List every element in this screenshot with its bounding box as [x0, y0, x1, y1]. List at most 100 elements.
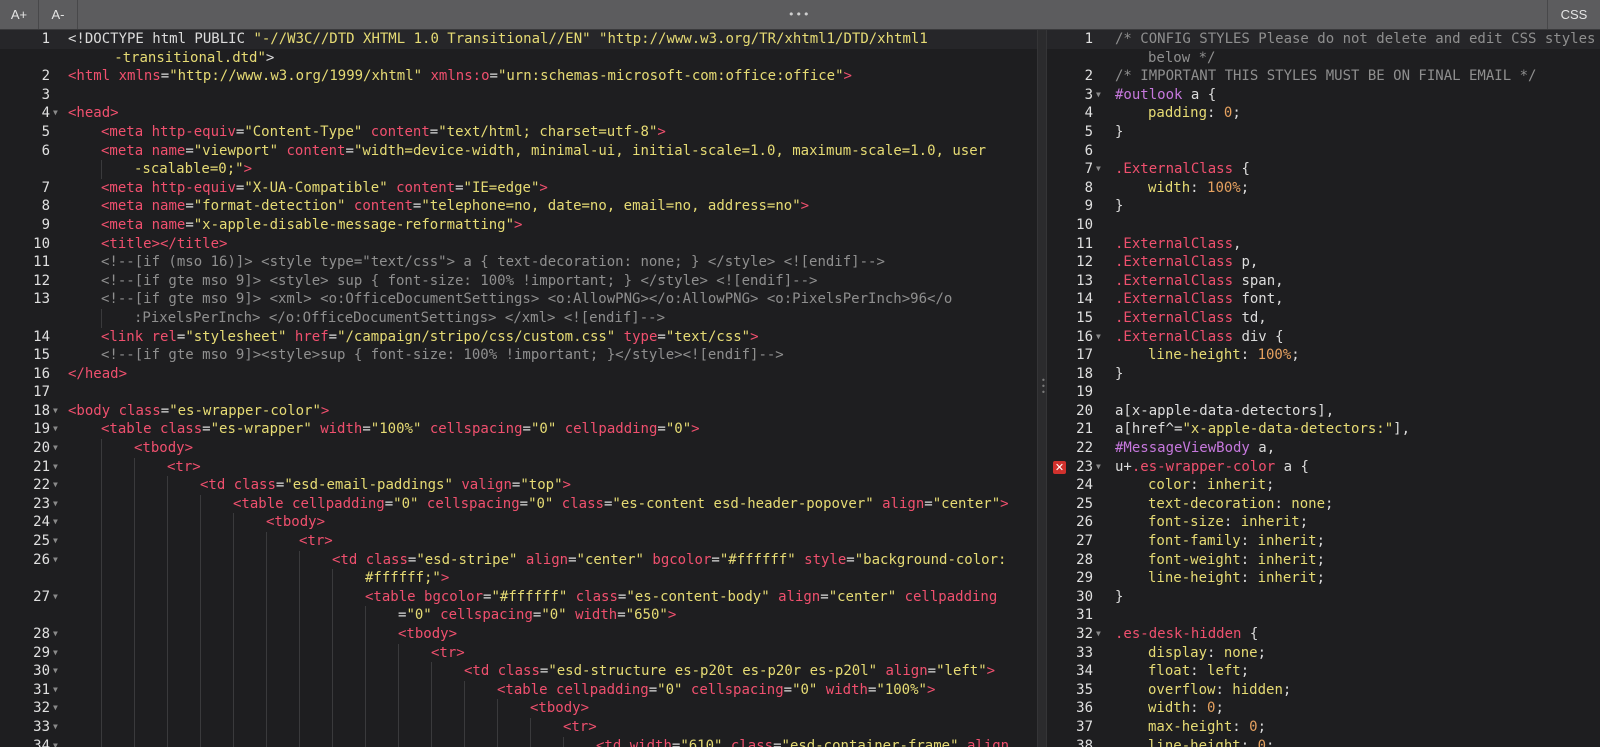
fold-toggle-icon[interactable]: ▼: [53, 737, 61, 747]
code-line[interactable]: 15 <!--[if gte mso 9]><style>sup { font-s…: [0, 346, 1037, 365]
fold-toggle-icon[interactable]: ▼: [1096, 458, 1104, 477]
css-editor-pane[interactable]: 1 /* CONFIG STYLES Please do not delete a…: [1047, 30, 1600, 747]
fold-toggle-icon[interactable]: ▼: [1096, 328, 1104, 347]
code-line[interactable]: 8 width: 100%;: [1047, 179, 1600, 198]
code-line[interactable]: 20 a[x-apple-data-detectors],: [1047, 402, 1600, 421]
code-line[interactable]: 33 ▼ <tr>: [0, 717, 1037, 737]
code-line[interactable]: 19: [1047, 383, 1600, 402]
code-line[interactable]: 27 ▼ <table bgcolor="#ffffff" class="es-co…: [0, 587, 1037, 607]
code-line[interactable]: 18 ▼ <body class="es-wrapper-color">: [0, 402, 1037, 421]
fold-toggle-icon[interactable]: ▼: [53, 718, 61, 737]
code-line[interactable]: 11 <!--[if (mso 16)]> <style type="text/c…: [0, 253, 1037, 272]
css-code-area[interactable]: 1 /* CONFIG STYLES Please do not delete a…: [1047, 30, 1600, 747]
code-line[interactable]: 10 <title></title>: [0, 235, 1037, 254]
code-line[interactable]: 28 font-weight: inherit;: [1047, 551, 1600, 570]
code-line[interactable]: #ffffff;">: [0, 569, 1037, 588]
code-line[interactable]: 34 float: left;: [1047, 662, 1600, 681]
code-line[interactable]: 29 line-height: inherit;: [1047, 569, 1600, 588]
code-line[interactable]: 6 <meta name="viewport" content="width=de…: [0, 142, 1037, 161]
code-line[interactable]: 3: [0, 86, 1037, 105]
code-line[interactable]: 9}: [1047, 197, 1600, 216]
code-line[interactable]: 19 ▼ <table class="es-wrapper" width="100%…: [0, 420, 1037, 439]
error-icon[interactable]: ✕: [1053, 460, 1066, 474]
fold-toggle-icon[interactable]: ▼: [53, 402, 61, 421]
fold-toggle-icon[interactable]: ▼: [1096, 160, 1104, 179]
code-line[interactable]: 25 text-decoration: none;: [1047, 495, 1600, 514]
code-line[interactable]: 9 <meta name="x-apple-disable-message-ref…: [0, 216, 1037, 235]
code-line[interactable]: 4 padding: 0;: [1047, 104, 1600, 123]
fold-toggle-icon[interactable]: ▼: [53, 513, 61, 532]
fold-toggle-icon[interactable]: ▼: [1096, 86, 1104, 105]
code-line[interactable]: 25 ▼ <tr>: [0, 532, 1037, 551]
code-line[interactable]: 1 /* CONFIG STYLES Please do not delete a…: [1047, 30, 1600, 49]
code-line[interactable]: 35 overflow: hidden;: [1047, 681, 1600, 700]
code-line[interactable]: 32 ▼ <tbody>: [0, 699, 1037, 718]
code-line[interactable]: 7 <meta http-equiv = "X-UA-Compatible" cont…: [0, 179, 1037, 198]
code-line[interactable]: 33 display: none;: [1047, 644, 1600, 663]
code-line[interactable]: 1 <!DOCTYPE html PUBLIC "-//W3C//DTD XHTM…: [0, 30, 1037, 49]
increase-font-button[interactable]: A+: [0, 0, 39, 29]
code-line[interactable]: 17 line-height: 100%;: [1047, 346, 1600, 365]
code-line[interactable]: 24 color: inherit;: [1047, 476, 1600, 495]
code-line[interactable]: 24 ▼ <tbody>: [0, 513, 1037, 533]
code-line[interactable]: 31 ▼ <table cellpadding="0" cellspacing="0…: [0, 680, 1037, 700]
code-line[interactable]: 38 line-height: 0;: [1047, 737, 1600, 747]
code-line[interactable]: 12 .ExternalClass p,: [1047, 253, 1600, 272]
code-line[interactable]: 10: [1047, 216, 1600, 235]
code-line[interactable]: 37 max-height: 0;: [1047, 718, 1600, 737]
fold-toggle-icon[interactable]: ▼: [53, 699, 61, 718]
code-line[interactable]: -scalable=0;">: [0, 160, 1037, 179]
code-line[interactable]: 2 <html xmlns="http://www.w3.org/1999/xht…: [0, 67, 1037, 86]
code-line[interactable]: 14 .ExternalClass font,: [1047, 290, 1600, 309]
code-line[interactable]: 28 ▼ <tbody>: [0, 625, 1037, 644]
fold-toggle-icon[interactable]: ▼: [53, 625, 61, 644]
fold-toggle-icon[interactable]: ▼: [53, 476, 61, 495]
code-line[interactable]: 32 ▼ .es-desk-hidden {: [1047, 625, 1600, 644]
code-line[interactable]: 2 /* IMPORTANT THIS STYLES MUST BE ON FIN…: [1047, 67, 1600, 86]
fold-toggle-icon[interactable]: ▼: [53, 532, 61, 551]
code-line[interactable]: 21 ▼ <tr>: [0, 457, 1037, 477]
code-line[interactable]: 5}: [1047, 123, 1600, 142]
code-line[interactable]: 34 ▼ <td width="610" class="esd-container-…: [0, 736, 1037, 747]
code-line[interactable]: 26 font-size: inherit;: [1047, 513, 1600, 532]
code-line[interactable]: 13 <!--[if gte mso 9]> <xml> <o:OfficeDoc…: [0, 290, 1037, 309]
code-line[interactable]: 30 ▼ <td class = "esd-structure es-p20t es-p…: [0, 662, 1037, 681]
code-line[interactable]: 36 width: 0;: [1047, 699, 1600, 718]
code-line[interactable]: 26 ▼ <td class="esd-stripe" align="center"…: [0, 550, 1037, 570]
code-line[interactable]: 16 </head>: [0, 365, 1037, 384]
code-line[interactable]: 12 <!--[if gte mso 9]> <style> sup { font…: [0, 272, 1037, 291]
code-line[interactable]: 29 ▼ <tr>: [0, 643, 1037, 663]
code-line[interactable]: :PixelsPerInch> </o:OfficeDocumentSettin…: [0, 308, 1037, 328]
html-editor-pane[interactable]: 1 <!DOCTYPE html PUBLIC "-//W3C//DTD XHTM…: [0, 30, 1037, 747]
splitter-grip-icon[interactable]: • • •: [1041, 377, 1046, 397]
code-line[interactable]: 11 .ExternalClass,: [1047, 235, 1600, 254]
code-line[interactable]: below */: [1047, 49, 1600, 68]
fold-toggle-icon[interactable]: ▼: [53, 420, 61, 439]
code-line[interactable]: 20 ▼ <tbody>: [0, 439, 1037, 458]
code-line[interactable]: 8 <meta name="format-detection" content="…: [0, 197, 1037, 216]
code-line[interactable]: 5 <meta http-equiv = "Content-Type" content…: [0, 123, 1037, 142]
code-line[interactable]: 22 #MessageViewBody a,: [1047, 439, 1600, 458]
code-line[interactable]: 14 <link rel="stylesheet" href="/campaign…: [0, 328, 1037, 347]
fold-toggle-icon[interactable]: ▼: [53, 495, 61, 514]
fold-toggle-icon[interactable]: ▼: [53, 662, 61, 681]
code-line[interactable]: 3 ▼ #outlook a {: [1047, 86, 1600, 105]
fold-toggle-icon[interactable]: ▼: [53, 644, 61, 663]
code-line[interactable]: 15 .ExternalClass td,: [1047, 309, 1600, 328]
fold-toggle-icon[interactable]: ▼: [53, 551, 61, 570]
code-line[interactable]: 27 font-family: inherit;: [1047, 532, 1600, 551]
code-line[interactable]: 7 ▼ .ExternalClass {: [1047, 160, 1600, 179]
code-line[interactable]: 6: [1047, 142, 1600, 161]
fold-toggle-icon[interactable]: ▼: [53, 588, 61, 607]
fold-toggle-icon[interactable]: ▼: [53, 681, 61, 700]
code-line[interactable]: 31: [1047, 606, 1600, 625]
code-line[interactable]: -transitional.dtd">: [0, 49, 1037, 68]
code-line[interactable]: 23 ✕ ▼ u+.es-wrapper-color a {: [1047, 458, 1600, 477]
decrease-font-button[interactable]: A-: [39, 0, 78, 29]
drag-handle-icon[interactable]: •••: [788, 8, 810, 21]
code-line[interactable]: 13 .ExternalClass span,: [1047, 272, 1600, 291]
html-code-area[interactable]: 1 <!DOCTYPE html PUBLIC "-//W3C//DTD XHTM…: [0, 30, 1037, 747]
code-line[interactable]: 4 ▼ <head>: [0, 104, 1037, 123]
code-line[interactable]: 23 ▼ <table cellpadding="0" cellspacing="0…: [0, 494, 1037, 514]
fold-toggle-icon[interactable]: ▼: [53, 104, 61, 123]
